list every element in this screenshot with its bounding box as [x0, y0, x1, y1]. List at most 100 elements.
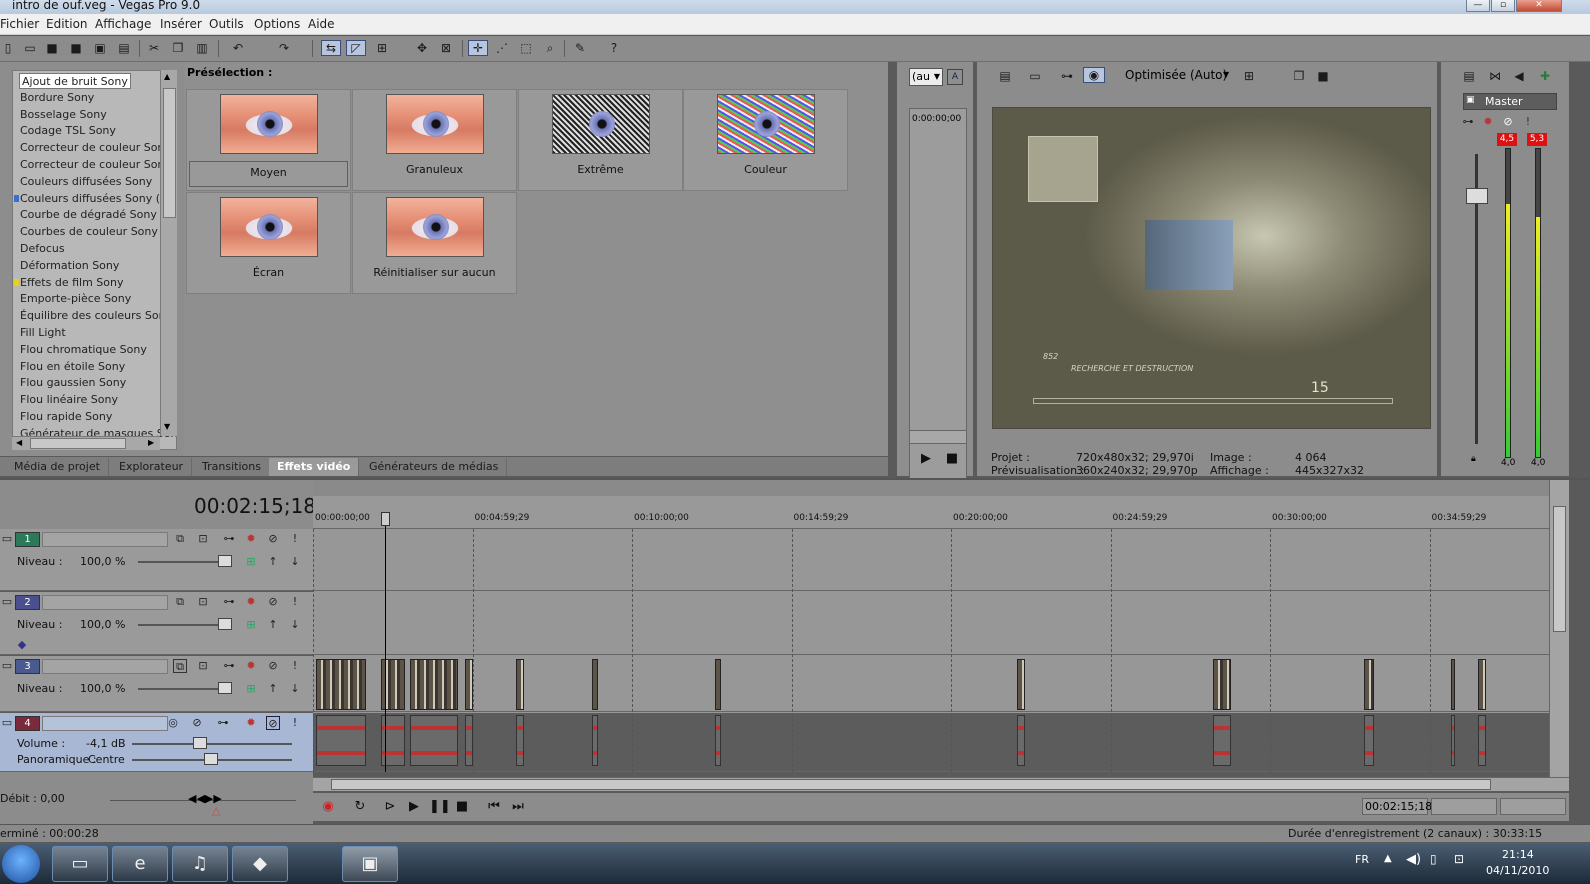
scroll-thumb[interactable]: [331, 779, 1491, 790]
whats-this-icon[interactable]: ?: [606, 40, 622, 56]
open-icon[interactable]: ▭: [22, 40, 38, 56]
track-name-field[interactable]: [42, 595, 168, 610]
track-fx-icon[interactable]: ⊶: [222, 659, 236, 673]
pan-slider[interactable]: [204, 753, 218, 765]
volume-slider[interactable]: [193, 737, 207, 749]
time-ruler[interactable]: 00:00:00;00 00:04:59;29 00:10:00;00 00:14:5…: [313, 496, 1549, 529]
preset-extreme[interactable]: Extrême: [518, 89, 683, 191]
audio-event[interactable]: [465, 715, 473, 766]
explorer-taskbar-icon[interactable]: ▭: [52, 846, 108, 882]
menu-aide[interactable]: Aide: [308, 17, 335, 31]
make-child-icon[interactable]: ↓: [288, 555, 302, 569]
level-slider[interactable]: [218, 618, 232, 630]
track-header-3[interactable]: ▭ 3 ⧉ ⊡ ⊶ ✹ ⊘ ! Niveau : 100,0 % ⊞ ↑ ↓: [0, 656, 313, 712]
preview-properties-icon[interactable]: ▤: [997, 68, 1013, 84]
track-fx-icon[interactable]: ⊶: [222, 532, 236, 546]
audio-event[interactable]: [1213, 715, 1231, 766]
ignore-grouping-icon[interactable]: ✥: [414, 40, 430, 56]
fx-list-item[interactable]: Emporte-pièce Sony: [20, 291, 131, 307]
solo-icon[interactable]: !: [288, 532, 302, 546]
fx-list-horizontal-scrollbar[interactable]: ◀ ▶: [12, 436, 160, 450]
scroll-thumb[interactable]: [1553, 506, 1566, 632]
timeline-vertical-scrollbar[interactable]: [1549, 480, 1569, 777]
audio-event[interactable]: [715, 715, 721, 766]
paste-icon[interactable]: ▥: [194, 40, 210, 56]
fx-list-item[interactable]: Defocus: [20, 241, 65, 257]
clock-time[interactable]: 21:14: [1502, 848, 1534, 861]
fx-list-item[interactable]: Couleurs diffusées Sony (moc: [20, 191, 176, 207]
cursor-line[interactable]: [385, 512, 386, 772]
scroll-thumb[interactable]: [30, 438, 126, 449]
playhead-handle[interactable]: [381, 512, 390, 526]
track-lane-1[interactable]: [313, 529, 1549, 591]
preset-ecran[interactable]: Écran: [186, 192, 351, 294]
chevron-down-icon[interactable]: ▼: [1223, 70, 1229, 79]
tray-expand-icon[interactable]: ▲: [1384, 853, 1392, 864]
track-name-field[interactable]: [42, 659, 168, 674]
track-name-field[interactable]: [42, 532, 168, 547]
split-screen-icon[interactable]: ⊶: [1059, 68, 1075, 84]
fx-gear-icon[interactable]: ✹: [244, 595, 258, 609]
fx-gear-icon[interactable]: ✹: [244, 532, 258, 546]
itunes-taskbar-icon[interactable]: ♫: [172, 846, 228, 882]
audio-event[interactable]: [1017, 715, 1025, 766]
pause-icon[interactable]: ❚❚: [429, 798, 451, 816]
track-lane-2[interactable]: [313, 592, 1549, 655]
fx-list-item[interactable]: Flou linéaire Sony: [20, 392, 118, 408]
solo-icon[interactable]: !: [288, 716, 302, 730]
mixer-properties-icon[interactable]: ▤: [1461, 68, 1477, 84]
menu-fichier[interactable]: Fichier: [0, 17, 39, 31]
video-event[interactable]: [715, 659, 721, 710]
video-event[interactable]: [1478, 659, 1486, 710]
save-snapshot-icon[interactable]: ■: [1315, 68, 1331, 84]
redo-icon[interactable]: ↷: [276, 40, 292, 56]
video-event[interactable]: [592, 659, 598, 710]
record-icon[interactable]: ◉: [319, 798, 337, 816]
expand-icon[interactable]: ◆: [15, 638, 29, 652]
selection-length[interactable]: [1500, 798, 1566, 815]
stop-icon[interactable]: ■: [943, 450, 961, 468]
maximize-button[interactable]: ▫: [1491, 0, 1515, 12]
level-slider[interactable]: [218, 682, 232, 694]
audio-event[interactable]: [1478, 715, 1486, 766]
minimize-button[interactable]: —: [1466, 0, 1490, 12]
snap-icon[interactable]: ⊞: [374, 40, 390, 56]
video-event[interactable]: [465, 659, 473, 710]
peak-left[interactable]: 4,5: [1497, 133, 1517, 146]
overlays-icon[interactable]: ⊞: [1241, 68, 1257, 84]
internet-explorer-taskbar-icon[interactable]: e: [112, 846, 168, 882]
crossfade-icon[interactable]: ⊠: [438, 40, 454, 56]
network-icon[interactable]: ⊡: [1454, 852, 1464, 866]
track-fx-icon[interactable]: ⊶: [222, 595, 236, 609]
lock-envelopes-icon[interactable]: ◸: [346, 40, 366, 56]
track-minimize-icon[interactable]: ▭: [0, 532, 14, 546]
envelope-tool-icon[interactable]: ⋰: [494, 40, 510, 56]
menu-affichage[interactable]: Affichage: [95, 17, 151, 31]
fx-list-item[interactable]: Flou rapide Sony: [20, 409, 112, 425]
fx-list-item[interactable]: Déformation Sony: [20, 258, 119, 274]
preview-quality-icon[interactable]: ◉: [1083, 67, 1105, 83]
video-event[interactable]: [316, 659, 366, 710]
cursor-position[interactable]: 00:02:15;18: [1362, 798, 1432, 815]
scroll-up-icon[interactable]: ▲: [164, 72, 170, 81]
motion-icon[interactable]: ⊡: [196, 659, 210, 673]
undo-icon[interactable]: ↶: [230, 40, 246, 56]
composite-mode-icon[interactable]: ⧉: [173, 595, 187, 609]
preview-quality-select[interactable]: Optimisée (Auto): [1125, 68, 1227, 82]
scroll-right-icon[interactable]: ▶: [148, 438, 154, 447]
fx-gear-icon[interactable]: ✹: [244, 716, 258, 730]
fx-list-item[interactable]: Ajout de bruit Sony: [19, 73, 131, 89]
close-button[interactable]: ✕: [1516, 0, 1562, 12]
new-icon[interactable]: ▯: [0, 40, 16, 56]
solo-icon[interactable]: !: [288, 659, 302, 673]
preset-couleur[interactable]: Couleur: [683, 89, 848, 191]
mute-icon[interactable]: ⊘: [266, 659, 280, 673]
start-button[interactable]: [2, 845, 40, 883]
fx-gear-icon[interactable]: ✹: [244, 659, 258, 673]
fx-list-item[interactable]: Bordure Sony: [20, 90, 94, 106]
composite-mode-icon[interactable]: ⧉: [173, 532, 187, 546]
track-header-1[interactable]: ▭ 1 ⧉ ⊡ ⊶ ✹ ⊘ ! Niveau : 100,0 % ⊞ ↑ ↓: [0, 529, 313, 591]
save-as-icon[interactable]: ■: [68, 40, 84, 56]
audio-event[interactable]: [316, 715, 366, 766]
scroll-down-icon[interactable]: ▼: [164, 422, 170, 431]
